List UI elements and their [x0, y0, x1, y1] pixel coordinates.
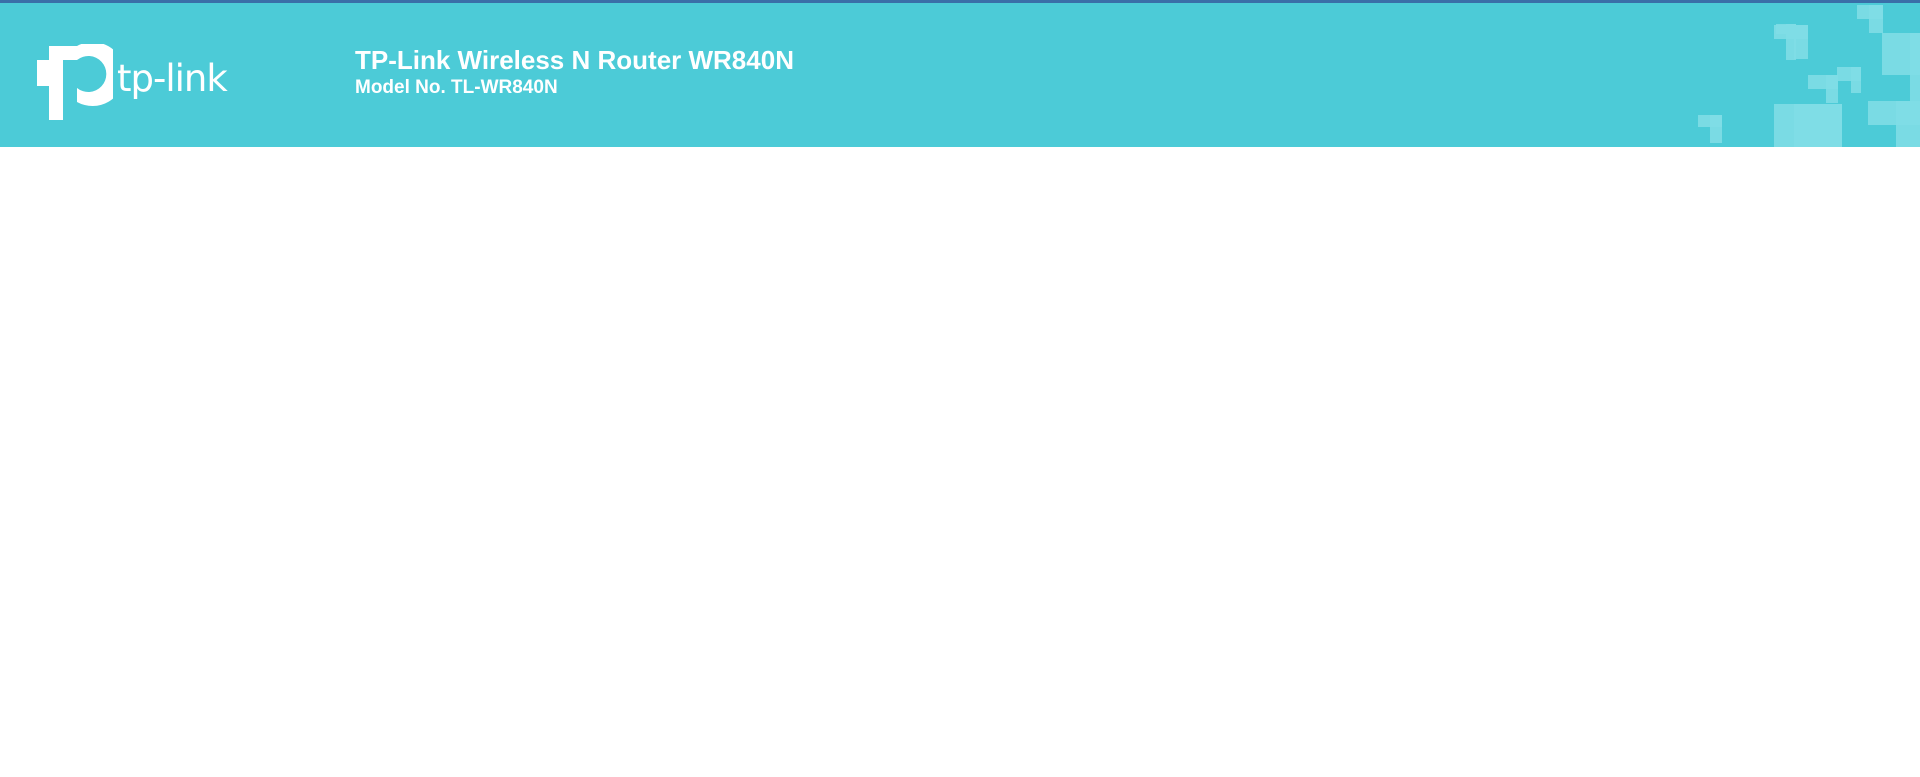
router-header: tp-link TP-Link Wireless N Router WR840N… [0, 0, 1920, 147]
logo-text: tp-link [117, 57, 228, 100]
model-number: Model No. TL-WR840N [355, 77, 558, 98]
header-decoration-pattern [1698, 5, 1920, 147]
product-title: TP-Link Wireless N Router WR840N [355, 45, 794, 75]
tp-link-logo: tp-link [37, 44, 237, 124]
main-content-area [0, 147, 1920, 777]
tp-link-logo-icon [37, 44, 113, 120]
header-titles: TP-Link Wireless N Router WR840N Model N… [355, 44, 794, 100]
